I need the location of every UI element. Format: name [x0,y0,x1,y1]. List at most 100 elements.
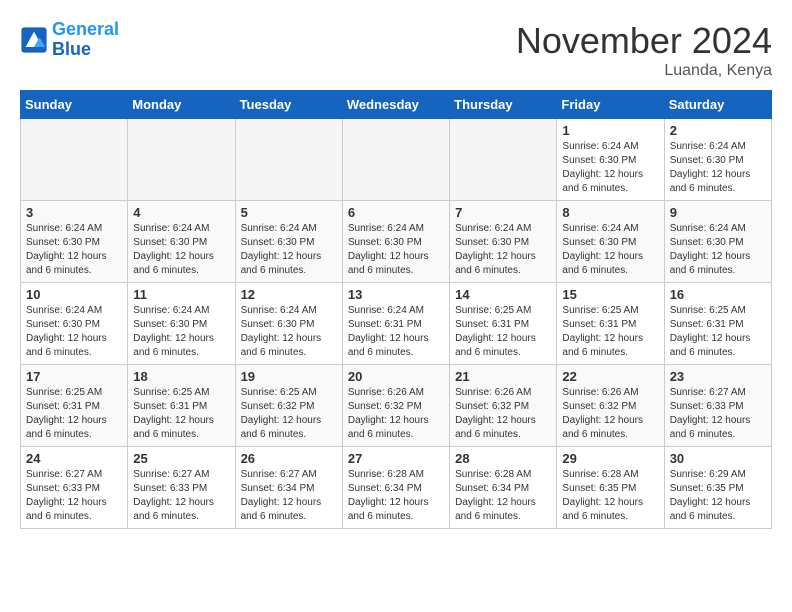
day-number: 4 [133,205,229,220]
calendar-cell [342,119,449,201]
header-friday: Friday [557,91,664,119]
week-row-4: 24 Sunrise: 6:27 AMSunset: 6:33 PMDayligh… [21,447,772,529]
day-info: Sunrise: 6:28 AMSunset: 6:35 PMDaylight:… [562,468,658,524]
header-thursday: Thursday [450,91,557,119]
day-info: Sunrise: 6:27 AMSunset: 6:33 PMDaylight:… [133,468,229,524]
calendar-cell: 30 Sunrise: 6:29 AMSunset: 6:35 PMDayligh… [664,447,771,529]
day-info: Sunrise: 6:28 AMSunset: 6:34 PMDaylight:… [455,468,551,524]
day-info: Sunrise: 6:26 AMSunset: 6:32 PMDaylight:… [562,386,658,442]
day-number: 18 [133,369,229,384]
header-wednesday: Wednesday [342,91,449,119]
day-info: Sunrise: 6:24 AMSunset: 6:30 PMDaylight:… [562,222,658,278]
day-info: Sunrise: 6:24 AMSunset: 6:30 PMDaylight:… [348,222,444,278]
day-info: Sunrise: 6:25 AMSunset: 6:31 PMDaylight:… [670,304,766,360]
calendar-cell: 2 Sunrise: 6:24 AMSunset: 6:30 PMDaylight… [664,119,771,201]
header-monday: Monday [128,91,235,119]
logo: General Blue [20,20,119,60]
day-info: Sunrise: 6:29 AMSunset: 6:35 PMDaylight:… [670,468,766,524]
calendar-cell: 21 Sunrise: 6:26 AMSunset: 6:32 PMDayligh… [450,365,557,447]
day-info: Sunrise: 6:24 AMSunset: 6:30 PMDaylight:… [241,304,337,360]
day-info: Sunrise: 6:25 AMSunset: 6:31 PMDaylight:… [133,386,229,442]
calendar-cell: 4 Sunrise: 6:24 AMSunset: 6:30 PMDaylight… [128,201,235,283]
day-info: Sunrise: 6:27 AMSunset: 6:33 PMDaylight:… [670,386,766,442]
calendar-cell: 25 Sunrise: 6:27 AMSunset: 6:33 PMDayligh… [128,447,235,529]
day-info: Sunrise: 6:27 AMSunset: 6:34 PMDaylight:… [241,468,337,524]
day-info: Sunrise: 6:25 AMSunset: 6:31 PMDaylight:… [26,386,122,442]
day-number: 22 [562,369,658,384]
day-number: 27 [348,451,444,466]
calendar-cell: 17 Sunrise: 6:25 AMSunset: 6:31 PMDayligh… [21,365,128,447]
day-info: Sunrise: 6:24 AMSunset: 6:30 PMDaylight:… [670,222,766,278]
calendar-cell: 7Sunrise: 6:24 AMSunset: 6:30 PMDaylight… [450,201,557,283]
day-number: 12 [241,287,337,302]
calendar-cell: 6 Sunrise: 6:24 AMSunset: 6:30 PMDaylight… [342,201,449,283]
day-number: 8 [562,205,658,220]
header-tuesday: Tuesday [235,91,342,119]
calendar-cell: 18 Sunrise: 6:25 AMSunset: 6:31 PMDayligh… [128,365,235,447]
month-title: November 2024 [516,20,772,62]
calendar-cell: 24 Sunrise: 6:27 AMSunset: 6:33 PMDayligh… [21,447,128,529]
day-info: Sunrise: 6:24 AMSunset: 6:30 PMDaylight:… [455,222,551,278]
day-number: 24 [26,451,122,466]
day-number: 6 [348,205,444,220]
day-info: Sunrise: 6:25 AMSunset: 6:31 PMDaylight:… [455,304,551,360]
calendar-cell [450,119,557,201]
day-number: 19 [241,369,337,384]
day-info: Sunrise: 6:24 AMSunset: 6:31 PMDaylight:… [348,304,444,360]
calendar-cell: 8 Sunrise: 6:24 AMSunset: 6:30 PMDaylight… [557,201,664,283]
day-info: Sunrise: 6:24 AMSunset: 6:30 PMDaylight:… [241,222,337,278]
day-info: Sunrise: 6:24 AMSunset: 6:30 PMDaylight:… [562,140,658,196]
calendar-cell: 19Sunrise: 6:25 AMSunset: 6:32 PMDayligh… [235,365,342,447]
day-info: Sunrise: 6:24 AMSunset: 6:30 PMDaylight:… [670,140,766,196]
calendar-table: SundayMondayTuesdayWednesdayThursdayFrid… [20,90,772,529]
header-saturday: Saturday [664,91,771,119]
week-row-2: 10 Sunrise: 6:24 AMSunset: 6:30 PMDayligh… [21,283,772,365]
day-number: 16 [670,287,766,302]
day-number: 17 [26,369,122,384]
day-info: Sunrise: 6:26 AMSunset: 6:32 PMDaylight:… [455,386,551,442]
day-number: 3 [26,205,122,220]
day-info: Sunrise: 6:28 AMSunset: 6:34 PMDaylight:… [348,468,444,524]
day-number: 5 [241,205,337,220]
day-info: Sunrise: 6:24 AMSunset: 6:30 PMDaylight:… [26,304,122,360]
day-number: 29 [562,451,658,466]
header-sunday: Sunday [21,91,128,119]
calendar-cell: 10 Sunrise: 6:24 AMSunset: 6:30 PMDayligh… [21,283,128,365]
day-info: Sunrise: 6:24 AMSunset: 6:30 PMDaylight:… [133,222,229,278]
calendar-cell: 20 Sunrise: 6:26 AMSunset: 6:32 PMDayligh… [342,365,449,447]
calendar-cell: 1Sunrise: 6:24 AMSunset: 6:30 PMDaylight… [557,119,664,201]
day-number: 28 [455,451,551,466]
day-number: 10 [26,287,122,302]
calendar-cell [21,119,128,201]
day-info: Sunrise: 6:27 AMSunset: 6:33 PMDaylight:… [26,468,122,524]
location: Luanda, Kenya [516,62,772,80]
day-number: 13 [348,287,444,302]
day-number: 20 [348,369,444,384]
day-number: 23 [670,369,766,384]
calendar-cell: 3 Sunrise: 6:24 AMSunset: 6:30 PMDaylight… [21,201,128,283]
day-info: Sunrise: 6:24 AMSunset: 6:30 PMDaylight:… [133,304,229,360]
day-number: 26 [241,451,337,466]
day-number: 2 [670,123,766,138]
week-row-3: 17 Sunrise: 6:25 AMSunset: 6:31 PMDayligh… [21,365,772,447]
day-number: 15 [562,287,658,302]
day-info: Sunrise: 6:26 AMSunset: 6:32 PMDaylight:… [348,386,444,442]
day-number: 14 [455,287,551,302]
calendar-cell: 16 Sunrise: 6:25 AMSunset: 6:31 PMDayligh… [664,283,771,365]
week-row-1: 3 Sunrise: 6:24 AMSunset: 6:30 PMDaylight… [21,201,772,283]
title-block: November 2024 Luanda, Kenya [516,20,772,80]
calendar-cell: 14 Sunrise: 6:25 AMSunset: 6:31 PMDayligh… [450,283,557,365]
logo-icon [20,26,48,54]
day-number: 21 [455,369,551,384]
day-number: 30 [670,451,766,466]
calendar-cell: 15Sunrise: 6:25 AMSunset: 6:31 PMDayligh… [557,283,664,365]
calendar-cell: 22 Sunrise: 6:26 AMSunset: 6:32 PMDayligh… [557,365,664,447]
calendar-cell [128,119,235,201]
day-number: 25 [133,451,229,466]
calendar-cell: 26 Sunrise: 6:27 AMSunset: 6:34 PMDayligh… [235,447,342,529]
week-row-0: 1Sunrise: 6:24 AMSunset: 6:30 PMDaylight… [21,119,772,201]
day-info: Sunrise: 6:24 AMSunset: 6:30 PMDaylight:… [26,222,122,278]
calendar-cell: 9Sunrise: 6:24 AMSunset: 6:30 PMDaylight… [664,201,771,283]
page-header: General Blue November 2024 Luanda, Kenya [20,20,772,80]
calendar-cell: 23 Sunrise: 6:27 AMSunset: 6:33 PMDayligh… [664,365,771,447]
